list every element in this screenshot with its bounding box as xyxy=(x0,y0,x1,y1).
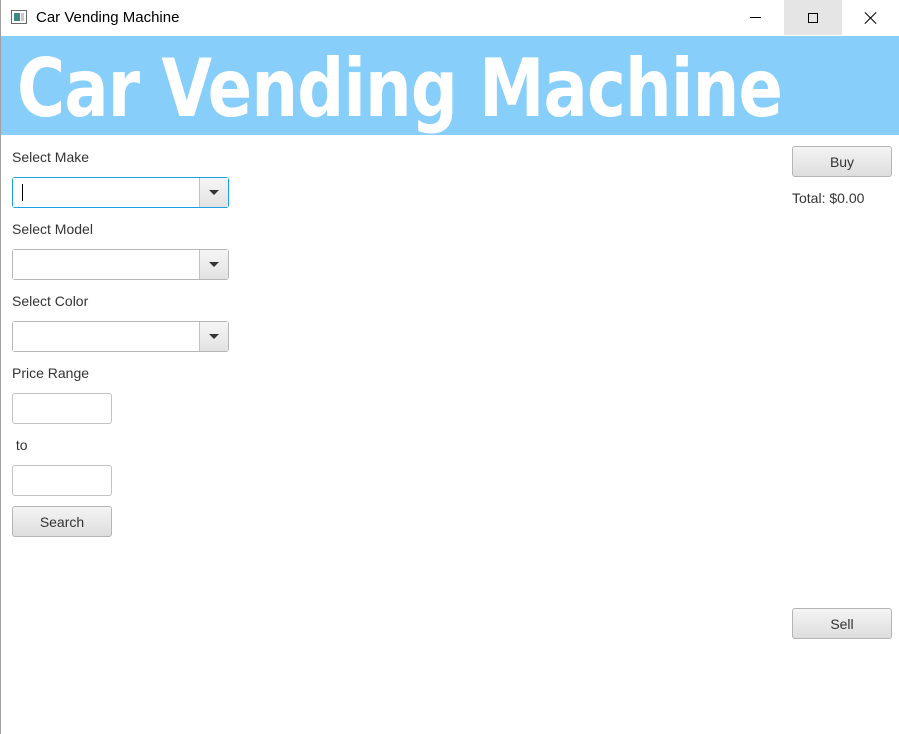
chevron-down-icon xyxy=(209,190,219,195)
color-dropdown-button[interactable] xyxy=(199,322,228,351)
close-button[interactable] xyxy=(842,0,899,35)
app-icon xyxy=(11,10,27,24)
model-dropdown-button[interactable] xyxy=(199,250,228,279)
model-combobox-editor[interactable] xyxy=(13,250,199,279)
window-title: Car Vending Machine xyxy=(36,9,180,26)
select-color-label: Select Color xyxy=(12,293,89,309)
chevron-down-icon xyxy=(209,334,219,339)
text-caret xyxy=(22,184,23,201)
minimize-icon xyxy=(749,17,761,18)
color-combobox-editor[interactable] xyxy=(13,322,199,351)
title-bar[interactable]: Car Vending Machine xyxy=(1,0,899,36)
price-min-input[interactable] xyxy=(12,393,112,424)
header-banner: Car Vending Machine xyxy=(1,36,899,135)
total-label: Total: $0.00 xyxy=(792,190,865,206)
select-make-label: Select Make xyxy=(12,149,90,165)
price-max-input[interactable] xyxy=(12,465,112,496)
minimize-button[interactable] xyxy=(726,0,784,35)
select-model-label: Select Model xyxy=(12,221,93,237)
maximize-icon xyxy=(808,12,818,23)
search-button[interactable]: Search xyxy=(12,506,112,537)
maximize-button[interactable] xyxy=(784,0,842,35)
make-combobox[interactable] xyxy=(12,177,229,208)
make-dropdown-button[interactable] xyxy=(199,178,228,207)
model-combobox[interactable] xyxy=(12,249,229,280)
sell-button[interactable]: Sell xyxy=(792,608,892,639)
buy-button[interactable]: Buy xyxy=(792,146,892,177)
color-combobox[interactable] xyxy=(12,321,229,352)
chevron-down-icon xyxy=(209,262,219,267)
close-icon xyxy=(864,11,878,25)
price-range-to-label: to xyxy=(12,437,28,453)
price-range-label: Price Range xyxy=(12,365,90,381)
make-combobox-editor[interactable] xyxy=(13,178,199,207)
app-window: Car Vending Machine Car Vending Machine … xyxy=(0,0,899,734)
banner-title: Car Vending Machine xyxy=(17,42,783,135)
